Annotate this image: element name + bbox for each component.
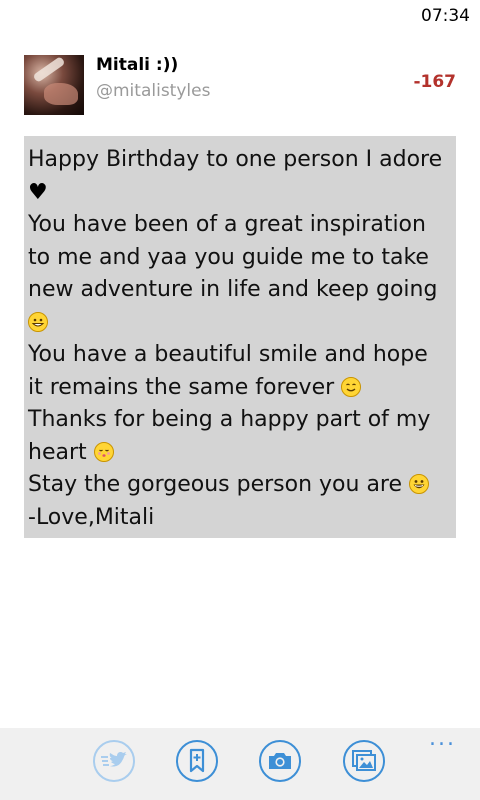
bookmark-add-icon bbox=[189, 748, 205, 773]
text-line: You have been of a great inspiration bbox=[28, 212, 426, 237]
text-line: to me and yaa you guide me to take bbox=[28, 244, 429, 270]
display-name: Mitali :)) bbox=[96, 55, 179, 75]
text-line: You have a beautiful smile and hope bbox=[28, 342, 428, 367]
kissing-emoji-icon bbox=[93, 441, 114, 462]
account-header: Mitali :)) @mitalistyles -167 bbox=[24, 55, 464, 117]
picture-icon bbox=[352, 750, 376, 771]
tweet-button[interactable] bbox=[93, 740, 135, 782]
avatar-face bbox=[44, 83, 78, 105]
text-line: heart bbox=[28, 439, 87, 465]
black-heart-icon: ♥ bbox=[28, 179, 48, 205]
text-line: Stay the gorgeous person you are bbox=[28, 472, 403, 497]
text-line: Happy Birthday to one person I adore bbox=[28, 147, 443, 172]
laughing-emoji-icon bbox=[409, 474, 430, 494]
app-bar: ... bbox=[0, 728, 480, 800]
grinning-emoji-icon bbox=[28, 311, 48, 332]
text-line: -Love,Mitali bbox=[28, 504, 155, 530]
character-count: -167 bbox=[413, 72, 456, 92]
text-line: it remains the same forever bbox=[28, 374, 335, 400]
avatar-highlight bbox=[32, 56, 66, 83]
camera-button[interactable] bbox=[259, 740, 301, 782]
tweet-text[interactable]: Happy Birthday to one person I adore ♥ Y… bbox=[28, 144, 452, 534]
more-options-icon[interactable]: ... bbox=[429, 728, 456, 750]
tweet-icon bbox=[101, 752, 127, 767]
gallery-button[interactable] bbox=[343, 740, 385, 782]
text-line: Thanks for being a happy part of my bbox=[28, 407, 431, 432]
drafts-button[interactable] bbox=[176, 740, 218, 782]
status-bar: 07:34 bbox=[0, 0, 480, 32]
smiling-emoji-icon bbox=[341, 376, 362, 397]
account-handle: @mitalistyles bbox=[96, 81, 211, 101]
tweet-compose-box[interactable]: Happy Birthday to one person I adore ♥ Y… bbox=[24, 136, 456, 538]
camera-icon bbox=[269, 753, 291, 769]
avatar[interactable] bbox=[24, 55, 84, 115]
text-line: new adventure in life and keep going bbox=[28, 277, 438, 302]
clock: 07:34 bbox=[421, 6, 470, 26]
